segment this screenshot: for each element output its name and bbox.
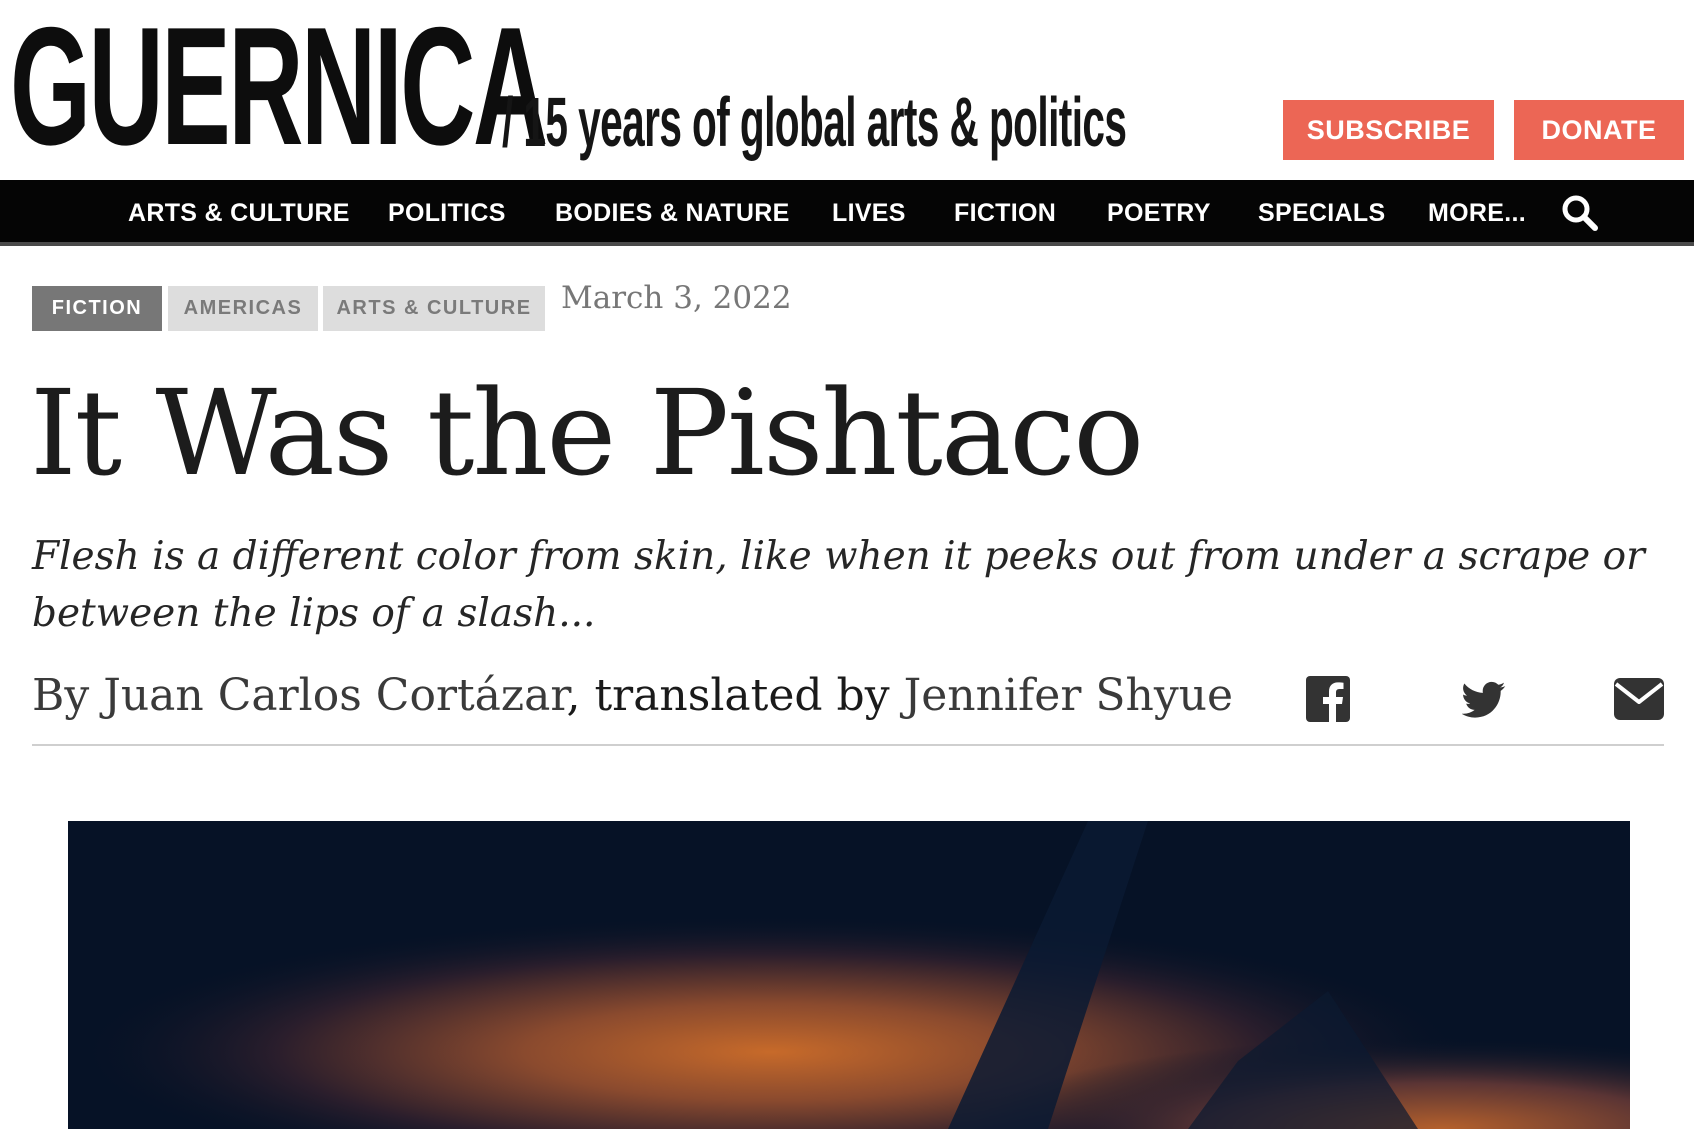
nav-item-specials[interactable]: SPECIALS (1258, 180, 1385, 242)
search-icon[interactable] (1560, 193, 1600, 233)
donate-button[interactable]: DONATE (1514, 100, 1684, 160)
main-nav: ARTS & CULTURE POLITICS BODIES & NATURE … (0, 180, 1694, 246)
email-icon[interactable] (1614, 678, 1664, 720)
byline-divider (32, 744, 1664, 746)
subscribe-button[interactable]: SUBSCRIBE (1283, 100, 1494, 160)
masthead: GUERNICA / 15 years of global arts & pol… (0, 0, 1694, 180)
nav-item-bodies-nature[interactable]: BODIES & NATURE (555, 180, 790, 242)
article-dek: Flesh is a different color from skin, li… (32, 534, 1645, 636)
nav-item-fiction[interactable]: FICTION (954, 180, 1056, 242)
twitter-icon[interactable] (1462, 680, 1506, 720)
article-date: March 3, 2022 (561, 280, 792, 316)
site-logo[interactable]: GUERNICA (10, 2, 548, 170)
nav-item-more[interactable]: MORE... (1428, 180, 1526, 242)
tag-fiction[interactable]: FICTION (32, 286, 162, 331)
nav-item-lives[interactable]: LIVES (832, 180, 906, 242)
author-link[interactable]: Juan Carlos Cortázar (103, 670, 566, 721)
byline-joiner: , translated by (566, 670, 890, 721)
tag-americas[interactable]: AMERICAS (168, 286, 318, 331)
site-tagline: / 15 years of global arts & politics (502, 83, 1127, 161)
byline-prefix: By (32, 670, 90, 721)
facebook-icon[interactable] (1306, 676, 1350, 722)
article-title: It Was the Pishtaco (30, 364, 1144, 502)
translator-link[interactable]: Jennifer Shyue (904, 670, 1233, 721)
nav-item-arts-culture[interactable]: ARTS & CULTURE (128, 180, 350, 242)
nav-item-poetry[interactable]: POETRY (1107, 180, 1211, 242)
tag-arts-culture[interactable]: ARTS & CULTURE (323, 286, 545, 331)
nav-item-politics[interactable]: POLITICS (388, 180, 506, 242)
hero-image (68, 821, 1630, 1129)
byline: By Juan Carlos Cortázar, translated by J… (32, 668, 1233, 724)
